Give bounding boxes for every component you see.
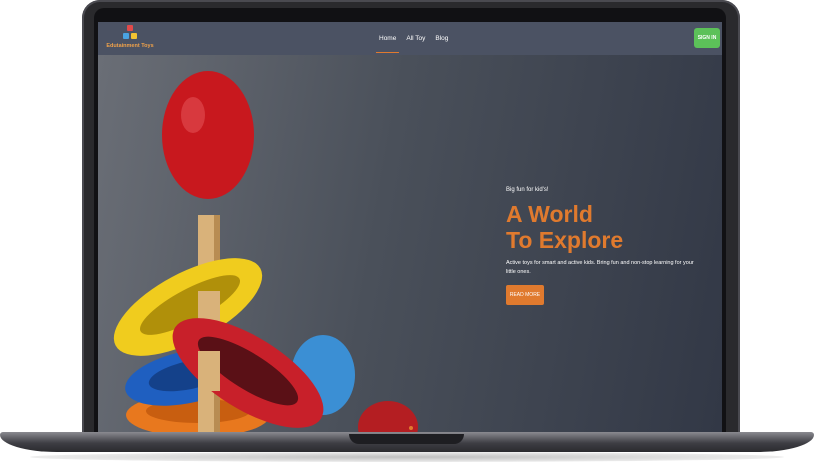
read-more-button[interactable]: READ MORE [506,285,544,305]
laptop-screen: Edutainment Toys Home All Toy Blog SIGN … [98,22,722,432]
brand-logo[interactable]: Edutainment Toys [106,25,154,53]
hero-headline: A World To Explore [506,201,623,253]
toy-blocks-logo-icon [122,25,138,42]
nav-link-home[interactable]: Home [374,22,401,55]
hero-toy-image [113,71,418,432]
hero-headline-line-2: To Explore [506,227,624,253]
hero-description: Active toys for smart and active kids. B… [506,260,694,275]
sign-in-button[interactable]: SIGN IN [694,28,720,48]
laptop-shadow [30,452,784,462]
hero-tagline: Big fun for kid's! [506,187,549,193]
slider-indicator-dot[interactable] [409,426,413,430]
brand-name: Edutainment Toys [106,43,154,49]
hero-headline-line-1: A World [506,201,593,227]
nav-links: Home All Toy Blog [374,22,453,55]
laptop-notch [349,434,464,444]
nav-link-blog[interactable]: Blog [430,22,453,55]
navbar: Edutainment Toys Home All Toy Blog SIGN … [98,22,722,55]
hero-banner: Big fun for kid's! A World To Explore Ac… [98,55,722,432]
nav-link-all-toy[interactable]: All Toy [401,22,430,55]
